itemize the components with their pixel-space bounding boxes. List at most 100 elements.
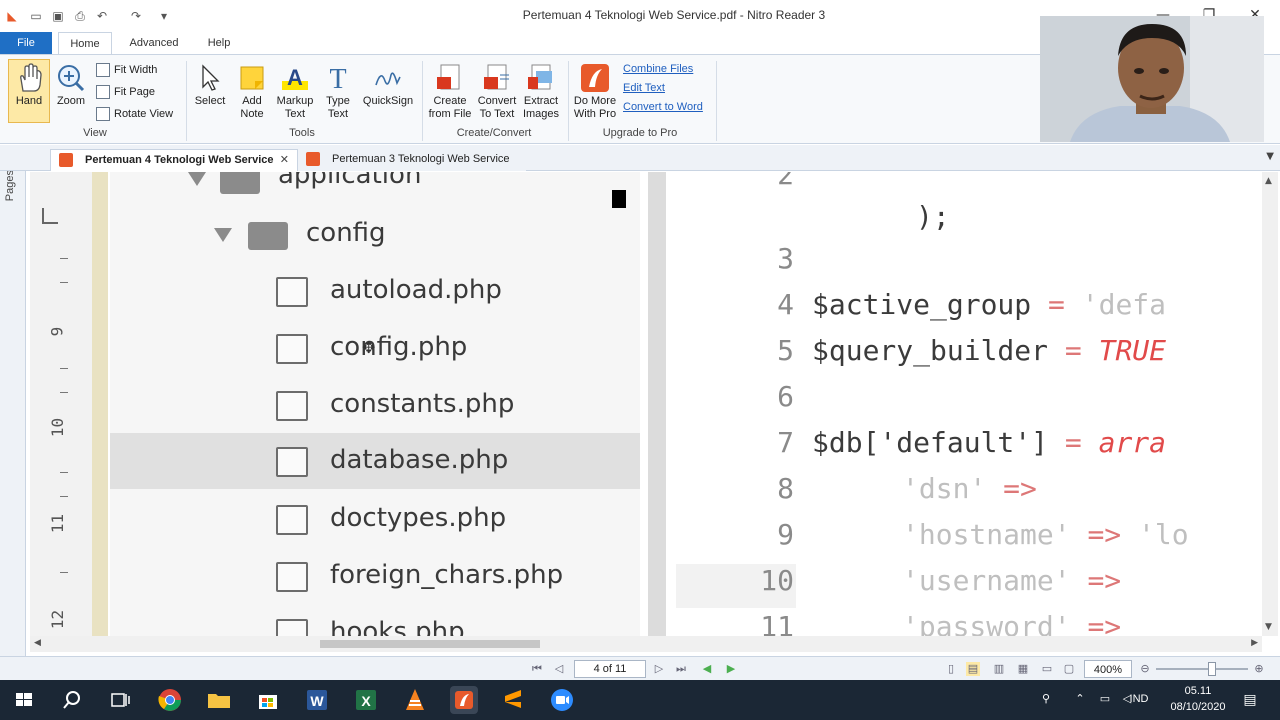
fit-page-button[interactable]: Fit Page <box>96 83 155 101</box>
tab-file[interactable]: File <box>0 32 52 54</box>
add-note-label-1: Add <box>242 95 262 107</box>
next-page-icon[interactable]: ▷ <box>652 662 666 676</box>
zoom-tool[interactable]: Zoom <box>52 63 90 108</box>
word-app[interactable]: W <box>303 686 331 714</box>
file-name: hooks.php <box>330 617 465 636</box>
clock-time[interactable]: 05.11 <box>1160 685 1236 697</box>
code-op: = <box>1064 426 1082 459</box>
zoom-meeting-icon <box>551 689 573 711</box>
markup-text-tool[interactable]: A Markup Text <box>274 63 316 121</box>
add-note-tool[interactable]: Add Note <box>234 63 270 121</box>
fit-page-view-icon[interactable]: ▢ <box>1062 662 1076 676</box>
extract-images-tool[interactable]: Extract Images <box>518 63 564 121</box>
convert-to-word-link[interactable]: Convert to Word <box>623 101 703 113</box>
continuous-facing-icon[interactable]: ▦ <box>1016 662 1030 676</box>
hand-icon <box>20 63 42 92</box>
scroll-thumb[interactable] <box>320 640 540 648</box>
facing-pages-icon[interactable]: ▥ <box>992 662 1006 676</box>
search-button[interactable] <box>58 686 86 714</box>
show-hidden-icons[interactable]: ⌃ <box>1072 692 1088 705</box>
scroll-up-icon[interactable]: ▲ <box>1265 176 1272 186</box>
doc-tab-label: Pertemuan 4 Teknologi Web Service <box>85 154 274 166</box>
webcam-overlay <box>1040 16 1264 142</box>
rotate-icon <box>96 107 110 122</box>
pages-panel[interactable] <box>0 145 26 660</box>
vlc-icon <box>406 689 424 710</box>
expand-arrow-icon <box>188 172 206 186</box>
code-op: => <box>1087 564 1122 597</box>
zoom-app[interactable] <box>548 686 576 714</box>
start-button[interactable] <box>10 686 38 714</box>
pages-panel-label[interactable]: Pages <box>4 170 16 201</box>
horizontal-scrollbar[interactable]: ◀ ▶ <box>30 636 1262 652</box>
tab-help[interactable]: Help <box>196 32 242 54</box>
fit-width-view-icon[interactable]: ▭ <box>1040 662 1054 676</box>
hand-tool[interactable]: Hand <box>10 63 48 108</box>
sublime-app[interactable] <box>499 686 527 714</box>
ruler-tick <box>60 258 68 259</box>
page-number-input[interactable]: 4 of 11 <box>574 660 646 678</box>
scroll-down-icon[interactable]: ▼ <box>1265 622 1272 632</box>
input-language[interactable]: IND <box>1124 693 1154 705</box>
rotate-view-label: Rotate View <box>114 108 174 120</box>
zoom-slider[interactable] <box>1156 668 1248 670</box>
combine-files-link[interactable]: Combine Files <box>623 63 693 75</box>
excel-app[interactable]: X <box>352 686 380 714</box>
convert-to-text-tool[interactable]: Convert To Text <box>474 63 520 121</box>
doc-tab-label: Pertemuan 3 Teknologi Web Service <box>332 153 510 165</box>
file-name: database.php <box>330 445 509 475</box>
file-explorer-app[interactable] <box>205 686 233 714</box>
people-icon[interactable]: ⚲ <box>1036 692 1056 705</box>
zoom-slider-thumb[interactable] <box>1208 662 1216 676</box>
forward-icon[interactable]: ▶ <box>724 662 738 676</box>
nitro-pro-icon <box>581 64 609 92</box>
select-tool[interactable]: Select <box>192 63 228 108</box>
vlc-app[interactable] <box>401 686 429 714</box>
scroll-right-icon[interactable]: ▶ <box>1251 638 1258 648</box>
folder-name: config <box>306 218 386 248</box>
chrome-app[interactable] <box>156 686 184 714</box>
single-page-icon[interactable]: ▯ <box>944 662 958 676</box>
previous-page-icon[interactable]: ◁ <box>552 662 566 676</box>
code-string: 'username' <box>902 564 1071 597</box>
create-label-1: Create <box>433 95 467 107</box>
continuous-view-icon[interactable]: ▤ <box>966 662 980 676</box>
vertical-scrollbar[interactable]: ▲ ▼ <box>1262 172 1278 636</box>
scroll-left-icon[interactable]: ◀ <box>34 638 41 648</box>
network-icon[interactable]: ▭ <box>1096 692 1114 705</box>
cursor-icon <box>202 64 220 91</box>
rotate-view-button[interactable]: Rotate View <box>96 105 173 123</box>
zoom-out-icon[interactable]: ⊖ <box>1138 662 1152 676</box>
tab-home[interactable]: Home <box>58 32 112 54</box>
back-icon[interactable]: ◀ <box>700 662 714 676</box>
document-view[interactable]: 9 10 11 12 application config autoload.p… <box>30 172 1262 636</box>
task-view-button[interactable] <box>106 686 134 714</box>
store-app[interactable] <box>254 686 282 714</box>
do-more-with-pro-button[interactable]: Do More With Pro <box>570 63 620 121</box>
quicksign-label: QuickSign <box>362 95 414 107</box>
quicksign-tool[interactable]: QuickSign <box>360 63 416 108</box>
code-string: 'dsn' <box>902 472 987 505</box>
tab-advanced[interactable]: Advanced <box>122 32 186 54</box>
clock-date[interactable]: 08/10/2020 <box>1160 701 1236 713</box>
notification-icon[interactable]: ▤ <box>1240 691 1260 708</box>
doc-tab-active[interactable]: Pertemuan 4 Teknologi Web Service ✕ <box>50 149 298 171</box>
fit-width-button[interactable]: Fit Width <box>96 61 157 79</box>
last-page-icon[interactable]: ⏭ <box>674 662 688 676</box>
zoom-in-icon[interactable]: ⊕ <box>1252 662 1266 676</box>
markup-icon: A <box>282 65 308 90</box>
tab-list-icon[interactable]: ▼ <box>1266 151 1274 162</box>
svg-text:T: T <box>329 64 346 93</box>
fit-page-label: Fit Page <box>114 86 155 98</box>
code-string: 'defa <box>1081 288 1167 321</box>
type-text-tool[interactable]: T Type Text <box>320 63 356 121</box>
fit-page-icon <box>96 85 110 100</box>
edit-text-link[interactable]: Edit Text <box>623 82 665 94</box>
zoom-level[interactable]: 400% <box>1084 660 1132 678</box>
nitro-reader-app[interactable] <box>450 686 478 714</box>
create-from-file-tool[interactable]: Create from File <box>426 63 474 121</box>
close-tab-icon[interactable]: ✕ <box>280 150 289 170</box>
pdf-icon <box>59 153 73 167</box>
doc-tab[interactable]: Pertemuan 3 Teknologi Web Service <box>298 149 526 171</box>
first-page-icon[interactable]: ⏮ <box>530 662 544 676</box>
